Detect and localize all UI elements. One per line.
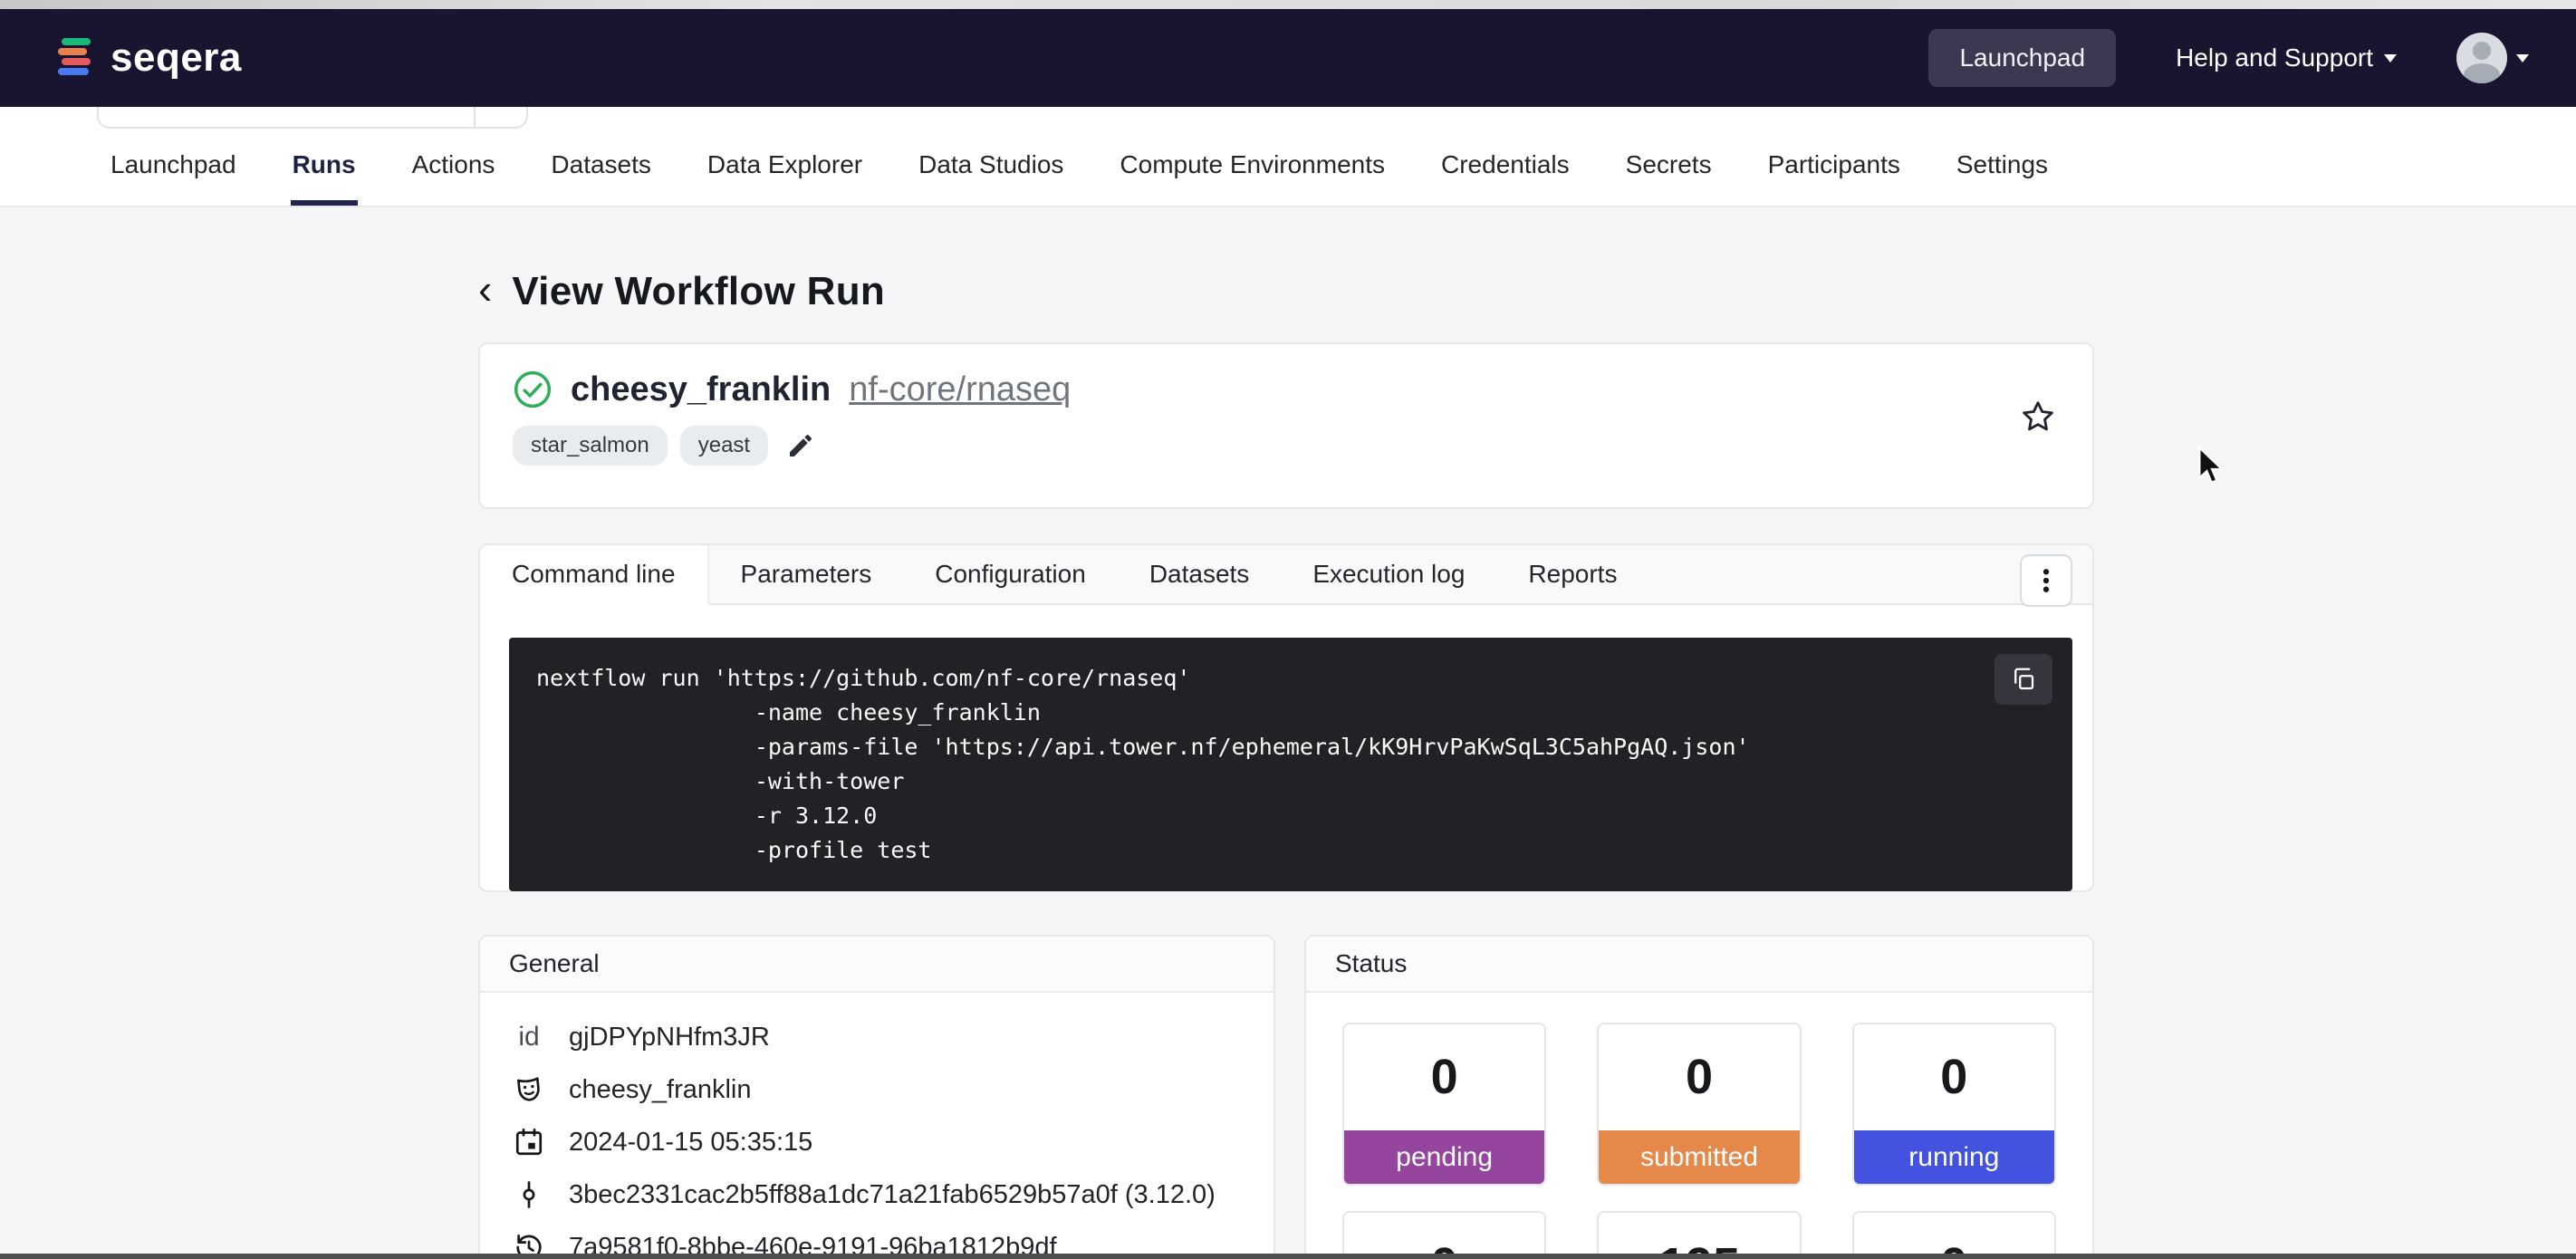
stat-value: 0 (1854, 1024, 2054, 1130)
tab-data-explorer[interactable]: Data Explorer (706, 129, 864, 206)
status-card: Status 0 pending 0 submitted 0 running 0… (1304, 935, 2094, 1259)
copy-command-button[interactable] (1994, 654, 2052, 705)
back-button[interactable]: ‹ (478, 268, 492, 315)
tab-command-line[interactable]: Command line (480, 545, 709, 605)
tab-reports[interactable]: Reports (1496, 545, 1648, 603)
tab-data-studios[interactable]: Data Studios (917, 129, 1065, 206)
user-menu[interactable] (2456, 33, 2529, 83)
search-input[interactable] (97, 107, 528, 129)
run-detail-card: Command line Parameters Configuration Da… (478, 543, 2094, 892)
run-name-value: cheesy_franklin (569, 1075, 752, 1105)
window-bottom-edge (0, 1254, 2576, 1259)
general-header: General (480, 937, 1274, 993)
tab-datasets[interactable]: Datasets (549, 129, 653, 206)
tab-secrets[interactable]: Secrets (1624, 129, 1714, 206)
start-date-value: 2024-01-15 05:35:15 (569, 1128, 812, 1158)
run-summary-card: cheesy_franklin nf-core/rnaseq star_salm… (478, 342, 2094, 509)
run-name: cheesy_franklin (571, 370, 831, 409)
run-label-badge: yeast (680, 426, 768, 466)
success-check-icon (513, 370, 553, 409)
stat-pending: 0 pending (1342, 1023, 1546, 1186)
tab-parameters[interactable]: Parameters (709, 545, 904, 603)
calendar-icon (509, 1126, 549, 1158)
detail-tab-strip: Command line Parameters Configuration Da… (480, 545, 2092, 605)
tab-actions[interactable]: Actions (410, 129, 497, 206)
stat-value: 0 (1344, 1213, 1544, 1259)
seqera-brand[interactable]: seqera (56, 33, 242, 83)
page-title: View Workflow Run (512, 269, 885, 314)
mouse-cursor (2196, 446, 2226, 487)
tab-datasets-detail[interactable]: Datasets (1118, 545, 1282, 603)
seqera-logo-icon (56, 33, 96, 83)
masks-icon (509, 1073, 549, 1106)
pipeline-link[interactable]: nf-core/rnaseq (849, 370, 1071, 409)
stat-value: 195 (1599, 1213, 1799, 1259)
commit-value: 3bec2331cac2b5ff88a1dc71a21fab6529b57a0f… (569, 1180, 1216, 1210)
tab-credentials[interactable]: Credentials (1439, 129, 1572, 206)
stat-label: pending (1344, 1130, 1544, 1184)
help-and-support-menu[interactable]: Help and Support (2176, 43, 2397, 72)
general-card: General id gjDPYpNHfm3JR cheesy_franklin (478, 935, 1275, 1259)
stat-value: 0 (1344, 1024, 1544, 1130)
launchpad-button[interactable]: Launchpad (1928, 29, 2116, 87)
general-row-id: id gjDPYpNHfm3JR (509, 1011, 1245, 1063)
tab-launchpad[interactable]: Launchpad (109, 129, 238, 206)
stat-label: running (1854, 1130, 2054, 1184)
brand-name: seqera (111, 35, 242, 81)
tab-runs[interactable]: Runs (291, 129, 358, 206)
star-run-button[interactable] (2020, 399, 2056, 435)
stat-row2-3: 0 (1852, 1211, 2056, 1259)
stat-value: 0 (1854, 1213, 2054, 1259)
tab-settings[interactable]: Settings (1955, 129, 2050, 206)
run-label-badge: star_salmon (513, 426, 668, 466)
run-options-menu-button[interactable] (2020, 554, 2072, 607)
general-row-commit: 3bec2331cac2b5ff88a1dc71a21fab6529b57a0f… (509, 1168, 1245, 1221)
stat-submitted: 0 submitted (1597, 1023, 1801, 1186)
stat-label: submitted (1599, 1130, 1799, 1184)
stat-value: 0 (1599, 1024, 1799, 1130)
workspace-subheader: Launchpad Runs Actions Datasets Data Exp… (0, 107, 2576, 207)
status-header: Status (1306, 937, 2092, 993)
git-commit-icon (509, 1178, 549, 1211)
tab-execution-log[interactable]: Execution log (1281, 545, 1496, 603)
general-row-run-name: cheesy_franklin (509, 1063, 1245, 1116)
chevron-down-icon (2516, 54, 2529, 62)
stat-running: 0 running (1852, 1023, 2056, 1186)
window-top-edge (0, 0, 2576, 9)
chevron-down-icon (2384, 54, 2397, 62)
tab-participants[interactable]: Participants (1766, 129, 1902, 206)
top-navbar: seqera Launchpad Help and Support (0, 9, 2576, 107)
help-and-support-label: Help and Support (2176, 43, 2373, 72)
tab-configuration[interactable]: Configuration (903, 545, 1118, 603)
tab-compute-environments[interactable]: Compute Environments (1118, 129, 1387, 206)
workspace-tabs: Launchpad Runs Actions Datasets Data Exp… (109, 129, 2050, 206)
avatar (2456, 33, 2507, 83)
command-line-text: nextflow run 'https://github.com/nf-core… (536, 661, 2045, 868)
command-line-block: nextflow run 'https://github.com/nf-core… (509, 638, 2072, 891)
stat-row2-1: 0 (1342, 1211, 1546, 1259)
general-row-date: 2024-01-15 05:35:15 (509, 1116, 1245, 1168)
stat-row2-2: 195 (1597, 1211, 1801, 1259)
id-label: id (509, 1022, 549, 1052)
edit-labels-button[interactable] (781, 428, 821, 464)
run-id-value: gjDPYpNHfm3JR (569, 1023, 770, 1052)
